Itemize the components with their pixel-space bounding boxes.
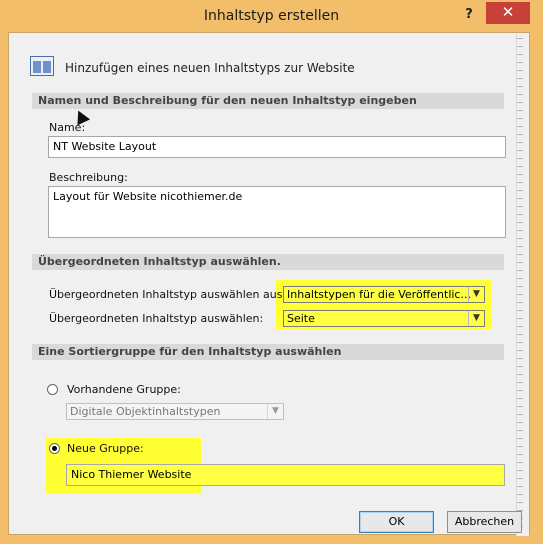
chevron-down-icon[interactable]: ▼ (468, 287, 484, 302)
existing-group-value: Digitale Objektinhaltstypen (70, 405, 221, 418)
parent-source-value: Inhaltstypen für die Veröffentlic... (287, 288, 471, 301)
title-bar[interactable]: Inhaltstyp erstellen ? ✕ (0, 0, 543, 32)
dialog-content: Hinzufügen eines neuen Inhaltstyps zur W… (8, 32, 530, 536)
content-type-icon (30, 56, 54, 76)
close-button[interactable]: ✕ (486, 2, 530, 24)
existing-group-radio[interactable] (47, 384, 58, 395)
name-input[interactable]: NT Website Layout (48, 136, 506, 158)
help-button[interactable]: ? (458, 5, 480, 25)
description-textarea[interactable]: Layout für Website nicothiemer.de (48, 186, 506, 238)
cancel-button[interactable]: Abbrechen (447, 511, 522, 533)
chevron-down-icon[interactable]: ▼ (267, 404, 283, 419)
parent-type-label: Übergeordneten Inhaltstyp auswählen: (49, 312, 264, 325)
parent-source-label: Übergeordneten Inhaltstyp auswählen aus: (49, 288, 287, 301)
new-group-label: Neue Gruppe: (67, 442, 144, 455)
section-name-description: Namen und Beschreibung für den neuen Inh… (32, 93, 504, 109)
ok-button[interactable]: OK (359, 511, 434, 533)
existing-group-label: Vorhandene Gruppe: (67, 383, 181, 396)
chevron-down-icon[interactable]: ▼ (468, 311, 484, 326)
section-parent-type: Übergeordneten Inhaltstyp auswählen. (32, 254, 504, 270)
side-ruler (516, 33, 529, 536)
section-sort-group: Eine Sortiergruppe für den Inhaltstyp au… (32, 344, 504, 360)
dialog-window: Inhaltstyp erstellen ? ✕ Hinzufügen eine… (0, 0, 543, 544)
parent-type-select[interactable]: Seite ▼ (283, 310, 485, 327)
description-label: Beschreibung: (49, 171, 128, 184)
dialog-header: Hinzufügen eines neuen Inhaltstyps zur W… (65, 61, 355, 75)
parent-source-select[interactable]: Inhaltstypen für die Veröffentlic... ▼ (283, 286, 485, 303)
new-group-input[interactable]: Nico Thiemer Website (66, 464, 505, 486)
parent-type-value: Seite (287, 312, 315, 325)
existing-group-select[interactable]: Digitale Objektinhaltstypen ▼ (66, 403, 284, 420)
new-group-radio[interactable] (49, 443, 60, 454)
